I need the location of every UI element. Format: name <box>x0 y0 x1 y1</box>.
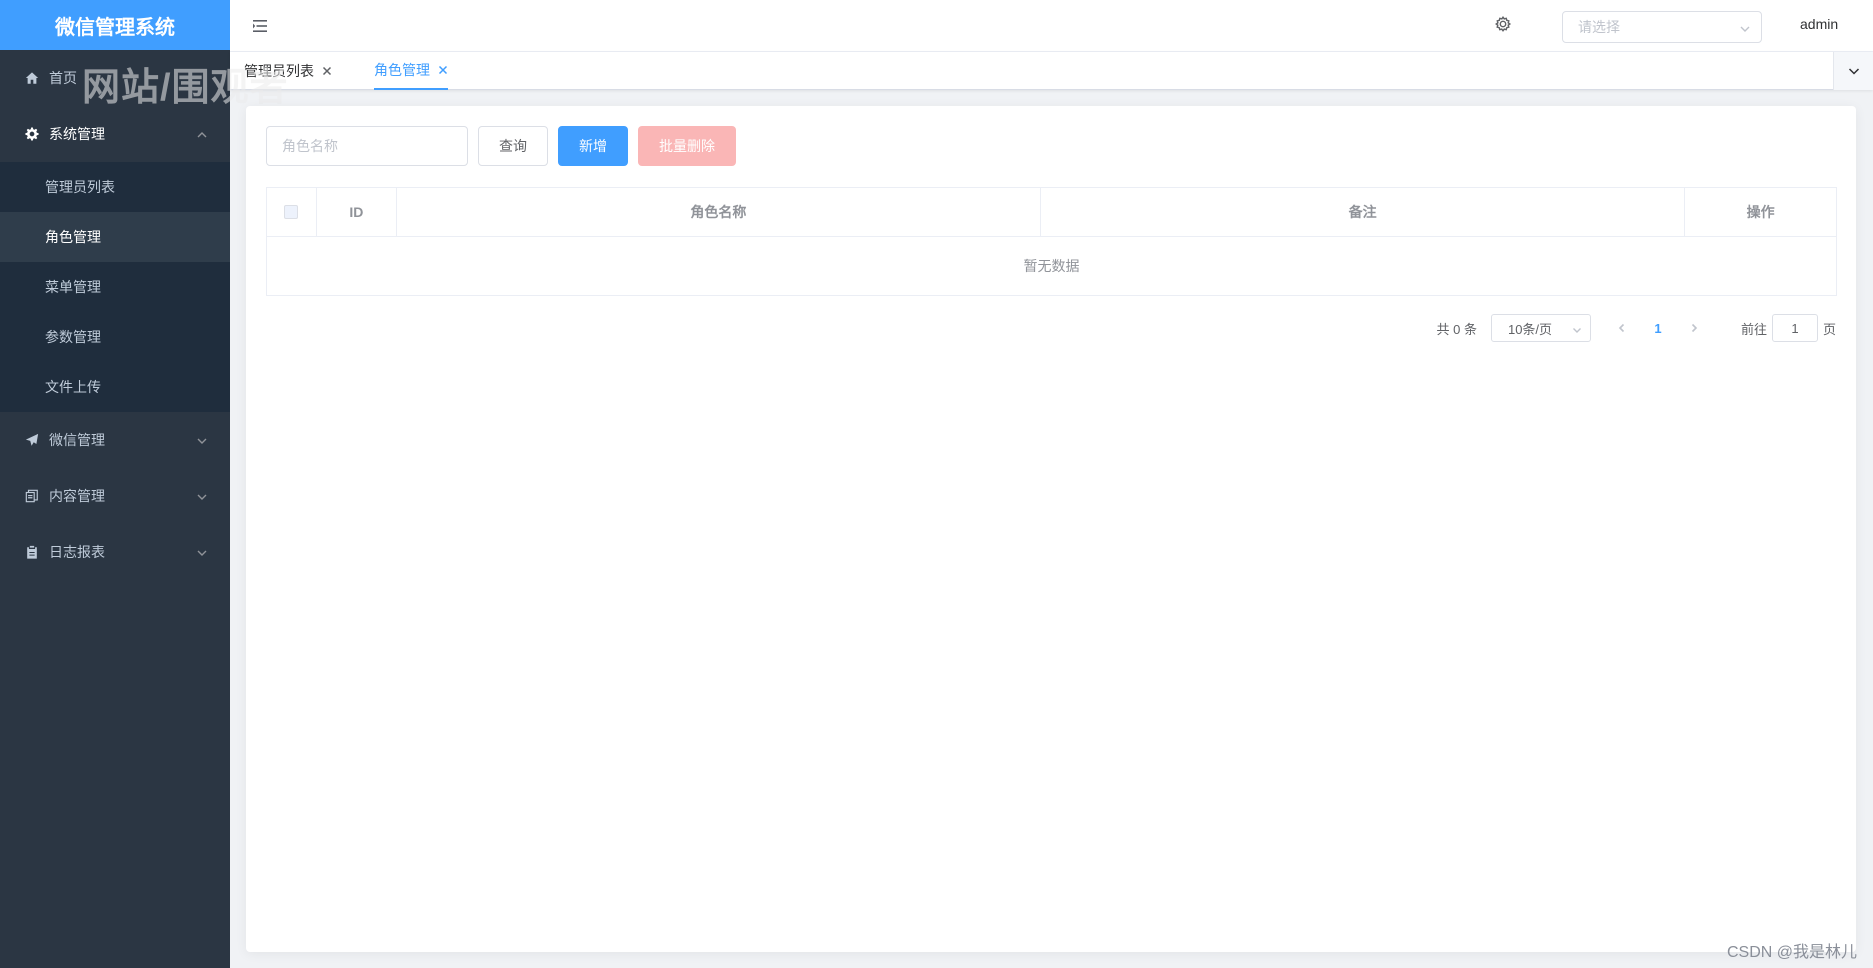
select-all-checkbox[interactable] <box>284 205 299 219</box>
header-select[interactable]: 请选择 <box>1562 11 1762 43</box>
copy-document-icon <box>25 489 39 503</box>
top-header: 请选择 admin <box>230 0 1873 52</box>
sidebar-item-home[interactable]: 首页 <box>0 50 230 106</box>
user-menu[interactable]: admin <box>1800 16 1838 32</box>
add-button[interactable]: 新增 <box>558 126 628 166</box>
chevron-down-icon <box>196 546 208 558</box>
column-header-actions: 操作 <box>1746 204 1775 220</box>
sidebar-item-label: 首页 <box>49 70 77 86</box>
sidebar: 微信管理系统 首页 系统管理 管理员列表 角色管理 菜单管理 参数管理 文件上传… <box>0 0 230 968</box>
sidebar-item-param-management[interactable]: 参数管理 <box>0 312 230 362</box>
pagination-total: 共 0 条 <box>1436 321 1477 337</box>
chevron-left-icon <box>1618 323 1625 333</box>
gear-icon <box>1495 16 1512 32</box>
prev-page-button[interactable] <box>1605 314 1639 342</box>
tab-admin-list[interactable]: 管理员列表 <box>244 52 332 90</box>
page-jumper: 前往 页 <box>1741 314 1836 342</box>
clipboard-icon <box>25 545 39 559</box>
role-name-search-input[interactable] <box>266 126 468 166</box>
close-icon[interactable] <box>438 65 448 75</box>
collapse-sidebar-button[interactable] <box>250 16 270 36</box>
column-header-role-name[interactable]: 角色名称 <box>397 188 1042 236</box>
sidebar-item-label: 微信管理 <box>49 432 105 448</box>
table-empty-text: 暂无数据 <box>1023 258 1080 274</box>
tab-label: 管理员列表 <box>244 63 314 79</box>
sidebar-item-wechat[interactable]: 微信管理 <box>0 412 230 468</box>
page-number-current[interactable]: 1 <box>1639 314 1677 342</box>
table-header: ID 角色名称 备注 操作 <box>267 188 1836 237</box>
paper-plane-icon <box>25 433 39 447</box>
chevron-right-icon <box>1691 323 1698 333</box>
settings-button[interactable] <box>1494 15 1516 37</box>
tags-bar: 管理员列表 角色管理 <box>230 52 1873 90</box>
batch-delete-button[interactable]: 批量删除 <box>638 126 736 166</box>
goto-page-input[interactable] <box>1771 314 1818 342</box>
content-card: 查询 新增 批量删除 ID 角色名称 备注 操作 暂无数据 共 0 条 10条/… <box>246 106 1856 952</box>
tab-label: 角色管理 <box>374 62 430 78</box>
chevron-down-icon <box>1848 68 1859 75</box>
query-button[interactable]: 查询 <box>478 126 548 166</box>
sidebar-item-menu-management[interactable]: 菜单管理 <box>0 262 230 312</box>
sidebar-item-content[interactable]: 内容管理 <box>0 468 230 524</box>
next-page-button[interactable] <box>1677 314 1711 342</box>
app-title: 微信管理系统 <box>0 0 230 50</box>
sidebar-item-system[interactable]: 系统管理 <box>0 106 230 162</box>
chevron-down-icon <box>196 434 208 446</box>
chevron-up-icon <box>196 128 208 140</box>
close-icon[interactable] <box>322 66 332 76</box>
sidebar-item-label: 内容管理 <box>49 488 105 504</box>
chevron-down-icon <box>1739 22 1751 34</box>
column-header-id[interactable]: ID <box>317 188 397 236</box>
tab-role-management[interactable]: 角色管理 <box>374 52 448 90</box>
sidebar-item-label: 日志报表 <box>49 544 105 560</box>
sidebar-item-logs[interactable]: 日志报表 <box>0 524 230 580</box>
page-size-select[interactable]: 10条/页 <box>1490 314 1591 342</box>
page-suffix: 页 <box>1822 321 1836 337</box>
sidebar-item-label: 系统管理 <box>49 126 105 142</box>
csdn-watermark: CSDN @我是林儿 <box>1726 944 1857 961</box>
gear-icon <box>25 127 39 141</box>
chevron-down-icon <box>196 490 208 502</box>
select-all-cell <box>267 188 317 236</box>
home-icon <box>25 71 39 85</box>
chevron-down-icon <box>1572 323 1582 333</box>
select-placeholder: 请选择 <box>1578 19 1620 35</box>
sidebar-item-file-upload[interactable]: 文件上传 <box>0 362 230 412</box>
role-table: ID 角色名称 备注 操作 暂无数据 <box>266 187 1837 296</box>
sidebar-submenu-system: 管理员列表 角色管理 菜单管理 参数管理 文件上传 <box>0 162 230 412</box>
column-header-remark[interactable]: 备注 <box>1041 188 1686 236</box>
page-size-value: 10条/页 <box>1507 321 1553 337</box>
pagination: 共 0 条 10条/页 1 前往 页 <box>1436 314 1836 342</box>
hamburger-icon <box>253 20 267 32</box>
goto-label: 前往 <box>1740 321 1767 337</box>
sidebar-item-admin-list[interactable]: 管理员列表 <box>0 162 230 212</box>
sidebar-item-role-management[interactable]: 角色管理 <box>0 212 230 262</box>
tags-dropdown-button[interactable] <box>1833 52 1873 90</box>
